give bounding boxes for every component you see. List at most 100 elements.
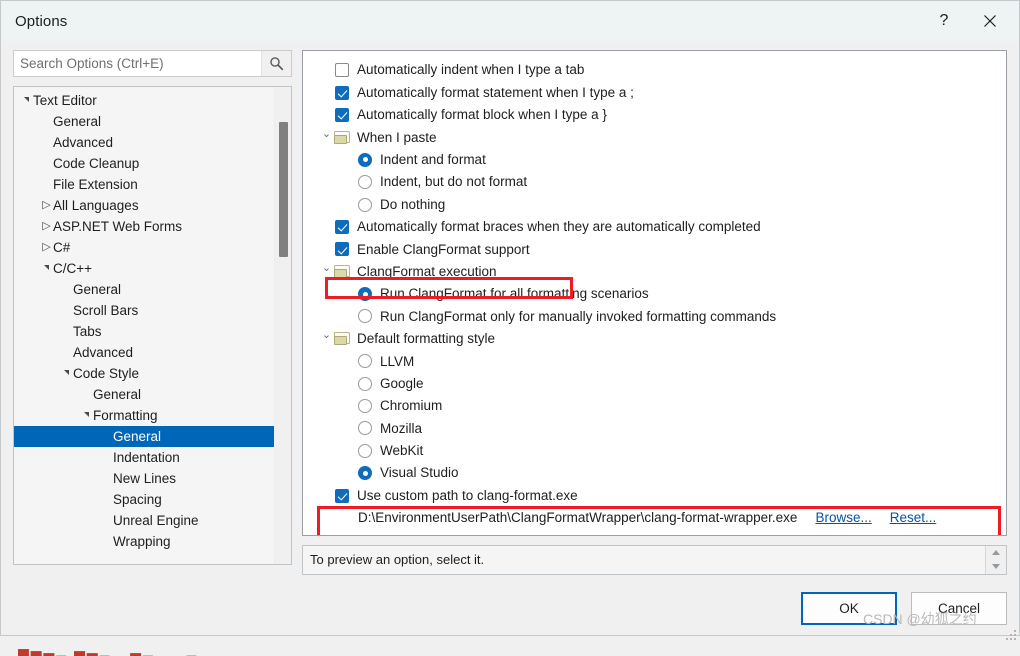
cancel-button[interactable]: Cancel (911, 592, 1007, 626)
sidebar-item-general[interactable]: General (14, 384, 291, 405)
sidebar-item-advanced[interactable]: Advanced (14, 132, 291, 153)
sidebar-item-label: Code Style (73, 365, 140, 381)
sidebar-item-advanced[interactable]: Advanced (14, 342, 291, 363)
expander-collapse-icon[interactable] (20, 97, 33, 103)
custom-path-value: D:\EnvironmentUserPath\ClangFormatWrappe… (358, 510, 798, 526)
sidebar-item-asp-net-web-forms[interactable]: ▷ ASP.NET Web Forms (14, 216, 291, 237)
radio-selected-icon[interactable] (358, 466, 372, 481)
sidebar-item-label: General (93, 386, 142, 402)
radio-indent-and-format[interactable]: Indent and format (311, 149, 1000, 171)
option-label: Mozilla (380, 420, 423, 436)
checkbox-use-custom-path-to-clang-format-exe[interactable]: Use custom path to clang-format.exe (311, 484, 1000, 506)
radio-do-nothing[interactable]: Do nothing (311, 193, 1000, 215)
option-label: Run ClangFormat for all formatting scena… (380, 286, 649, 302)
search-icon-button[interactable] (261, 51, 291, 76)
expander-collapse-icon[interactable] (60, 370, 73, 376)
expander-expand-icon[interactable]: ▷ (40, 200, 53, 211)
radio-selected-icon[interactable] (358, 152, 372, 167)
option-label: Do nothing (380, 196, 446, 212)
radio-unselected-icon[interactable] (358, 175, 372, 190)
radio-unselected-icon[interactable] (358, 197, 372, 212)
spinner-up-button[interactable] (986, 546, 1006, 560)
sidebar-item-code-cleanup[interactable]: Code Cleanup (14, 153, 291, 174)
sidebar-item-formatting[interactable]: Formatting (14, 405, 291, 426)
option-group-default-formatting-style[interactable]: ⌄ Default formatting style (311, 328, 1000, 350)
sidebar-item-text-editor[interactable]: Text Editor (14, 90, 291, 111)
radio-unselected-icon[interactable] (358, 309, 372, 324)
ok-button[interactable]: OK (801, 592, 897, 626)
checkbox-automatically-indent-when-i-type-a-tab[interactable]: Automatically indent when I type a tab (311, 59, 1000, 81)
expander-expand-icon[interactable]: ▷ (40, 221, 53, 232)
radio-run-clangformat-only-for-manually-invoked-form[interactable]: Run ClangFormat only for manually invoke… (311, 305, 1000, 327)
sidebar-item-label: Tabs (73, 323, 102, 339)
right-pane: Automatically indent when I type a tab Au… (302, 50, 1007, 575)
option-label: When I paste (357, 129, 437, 145)
sidebar-item-file-extension[interactable]: File Extension (14, 174, 291, 195)
radio-indent-but-do-not-format[interactable]: Indent, but do not format (311, 171, 1000, 193)
resize-grip[interactable] (1002, 626, 1016, 640)
radio-selected-icon[interactable] (358, 287, 372, 302)
radio-unselected-icon[interactable] (358, 443, 372, 458)
preview-spinner[interactable] (985, 545, 1006, 574)
page-title: Options (15, 12, 68, 30)
tree-scrollbar-thumb[interactable] (279, 122, 288, 257)
sidebar-item-code-style[interactable]: Code Style (14, 363, 291, 384)
sidebar-item-general[interactable]: General (14, 279, 291, 300)
sidebar-item-general[interactable]: General (14, 426, 291, 447)
radio-mozilla[interactable]: Mozilla (311, 417, 1000, 439)
checkbox-automatically-format-block-when-i-type-a[interactable]: Automatically format block when I type a… (311, 104, 1000, 126)
sidebar-item-c[interactable]: ▷ C# (14, 237, 291, 258)
expander-collapse-icon[interactable] (80, 412, 93, 418)
radio-unselected-icon[interactable] (358, 354, 372, 369)
option-label: Enable ClangFormat support (357, 241, 530, 257)
radio-unselected-icon[interactable] (358, 421, 372, 436)
help-button[interactable]: ? (921, 1, 967, 41)
checkbox-checked-icon[interactable] (335, 242, 349, 257)
sidebar-item-label: C/C++ (53, 260, 93, 276)
options-tree: Text Editor General Advanced Code Cleanup Fi… (14, 87, 291, 564)
option-group-when-i-paste[interactable]: ⌄ When I paste (311, 126, 1000, 148)
chevron-down-icon[interactable]: ⌄ (319, 128, 334, 140)
reset-link[interactable]: Reset... (890, 510, 937, 525)
sidebar-item-spacing[interactable]: Spacing (14, 489, 291, 510)
radio-unselected-icon[interactable] (358, 399, 372, 414)
sidebar-item-label: Spacing (113, 491, 162, 507)
sidebar-item-scroll-bars[interactable]: Scroll Bars (14, 300, 291, 321)
sidebar-item-all-languages[interactable]: ▷ All Languages (14, 195, 291, 216)
option-group-clangformat-execution[interactable]: ⌄ ClangFormat execution (311, 261, 1000, 283)
expander-collapse-icon[interactable] (40, 265, 53, 271)
tree-scrollbar[interactable] (274, 87, 291, 564)
radio-llvm[interactable]: LLVM (311, 350, 1000, 372)
sidebar-item-unreal-engine[interactable]: Unreal Engine (14, 510, 291, 531)
checkbox-automatically-format-braces-when-they-are-auto[interactable]: Automatically format braces when they ar… (311, 216, 1000, 238)
checkbox-automatically-format-statement-when-i-type-a[interactable]: Automatically format statement when I ty… (311, 81, 1000, 103)
radio-webkit[interactable]: WebKit (311, 440, 1000, 462)
radio-unselected-icon[interactable] (358, 376, 372, 391)
chevron-down-icon[interactable]: ⌄ (319, 263, 334, 274)
radio-visual-studio[interactable]: Visual Studio (311, 462, 1000, 484)
sidebar-item-wrapping[interactable]: Wrapping (14, 531, 291, 552)
sidebar-item-c-c[interactable]: C/C++ (14, 258, 291, 279)
checkbox-unchecked-icon[interactable] (335, 63, 349, 78)
checkbox-enable-clangformat-support[interactable]: Enable ClangFormat support (311, 238, 1000, 260)
sidebar-item-new-lines[interactable]: New Lines (14, 468, 291, 489)
sidebar-item-tabs[interactable]: Tabs (14, 321, 291, 342)
sidebar-item-general[interactable]: General (14, 111, 291, 132)
checkbox-checked-icon[interactable] (335, 488, 349, 503)
search-box[interactable] (13, 50, 292, 77)
browse-link[interactable]: Browse... (815, 510, 871, 525)
sidebar-item-indentation[interactable]: Indentation (14, 447, 291, 468)
checkbox-checked-icon[interactable] (335, 107, 349, 122)
option-label: Run ClangFormat only for manually invoke… (380, 308, 777, 324)
checkbox-checked-icon[interactable] (335, 85, 349, 100)
close-button[interactable] (967, 1, 1013, 41)
radio-chromium[interactable]: Chromium (311, 395, 1000, 417)
option-label: Indent, but do not format (380, 174, 528, 190)
search-input[interactable] (14, 51, 261, 76)
checkbox-checked-icon[interactable] (335, 219, 349, 234)
radio-run-clangformat-for-all-formatting-scenarios[interactable]: Run ClangFormat for all formatting scena… (311, 283, 1000, 305)
radio-google[interactable]: Google (311, 372, 1000, 394)
chevron-down-icon[interactable]: ⌄ (319, 330, 334, 341)
expander-expand-icon[interactable]: ▷ (40, 242, 53, 253)
spinner-down-button[interactable] (986, 560, 1006, 574)
